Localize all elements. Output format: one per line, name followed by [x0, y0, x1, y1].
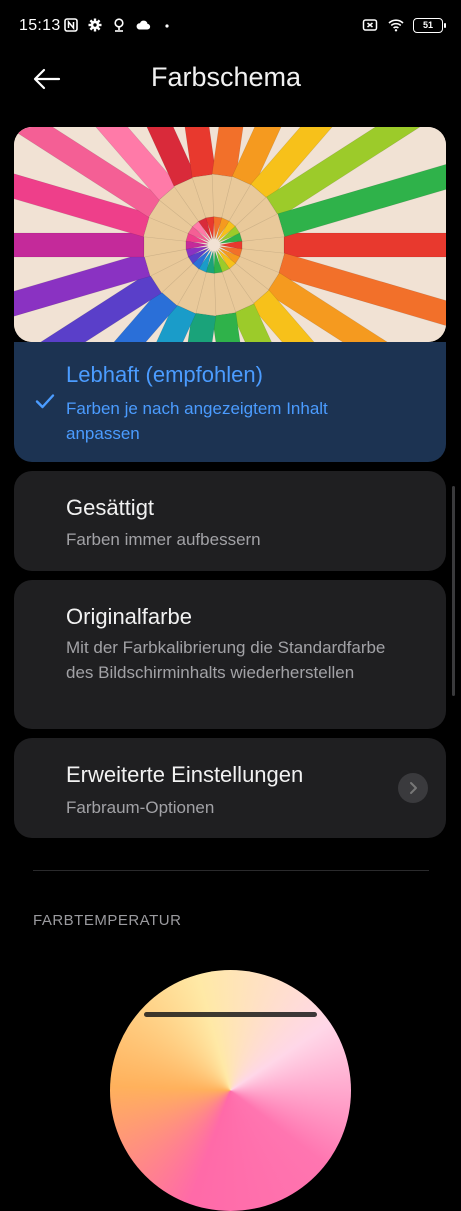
option-title: Originalfarbe [66, 604, 192, 629]
scroll-indicator [452, 486, 455, 696]
option-subtitle: Farben je nach angezeigtem Inhalt anpass… [66, 399, 328, 443]
option-title: Erweiterte Einstellungen [66, 762, 304, 787]
option-saturated[interactable]: Gesättigt Farben immer aufbessern [14, 471, 446, 571]
location-pin-icon [110, 16, 128, 34]
divider [33, 870, 429, 871]
status-left-icons [62, 16, 176, 34]
option-title: Gesättigt [66, 495, 155, 520]
header: Farbschema [0, 56, 461, 104]
option-original-color[interactable]: Originalfarbe Mit der Farbkalibrierung d… [14, 580, 446, 729]
option-vivid[interactable]: Lebhaft (empfohlen) Farben je nach angez… [14, 342, 446, 462]
navigation-handle[interactable] [144, 1012, 317, 1017]
gear-icon [86, 16, 104, 34]
wifi-icon [387, 16, 405, 34]
option-title: Lebhaft (empfohlen) [66, 362, 263, 387]
color-scheme-preview-image [14, 127, 446, 342]
status-time: 15:13 [19, 17, 61, 34]
no-sim-icon [361, 16, 379, 34]
option-subtitle: Farben immer aufbessern [66, 530, 261, 549]
status-right-icons: 51 [361, 16, 446, 34]
color-temperature-dial[interactable] [110, 970, 351, 1211]
chevron-right-icon [398, 773, 428, 803]
option-subtitle: Farbraum-Optionen [66, 798, 215, 817]
cloud-icon [134, 16, 152, 34]
option-subtitle: Mit der Farbkalibrierung die Standardfar… [66, 638, 386, 682]
dot-icon [158, 16, 176, 34]
colored-pencils-illustration [14, 127, 446, 342]
back-arrow-icon [33, 68, 61, 90]
page-title: Farbschema [151, 62, 302, 92]
battery-icon: 51 [413, 17, 446, 33]
nfc-icon [62, 16, 80, 34]
section-label-color-temperature: FARBTEMPERATUR [33, 912, 182, 929]
status-bar: 15:13 51 [0, 0, 461, 56]
option-advanced-settings[interactable]: Erweiterte Einstellungen Farbraum-Option… [14, 738, 446, 838]
back-button[interactable] [30, 64, 64, 94]
check-icon [34, 390, 56, 412]
